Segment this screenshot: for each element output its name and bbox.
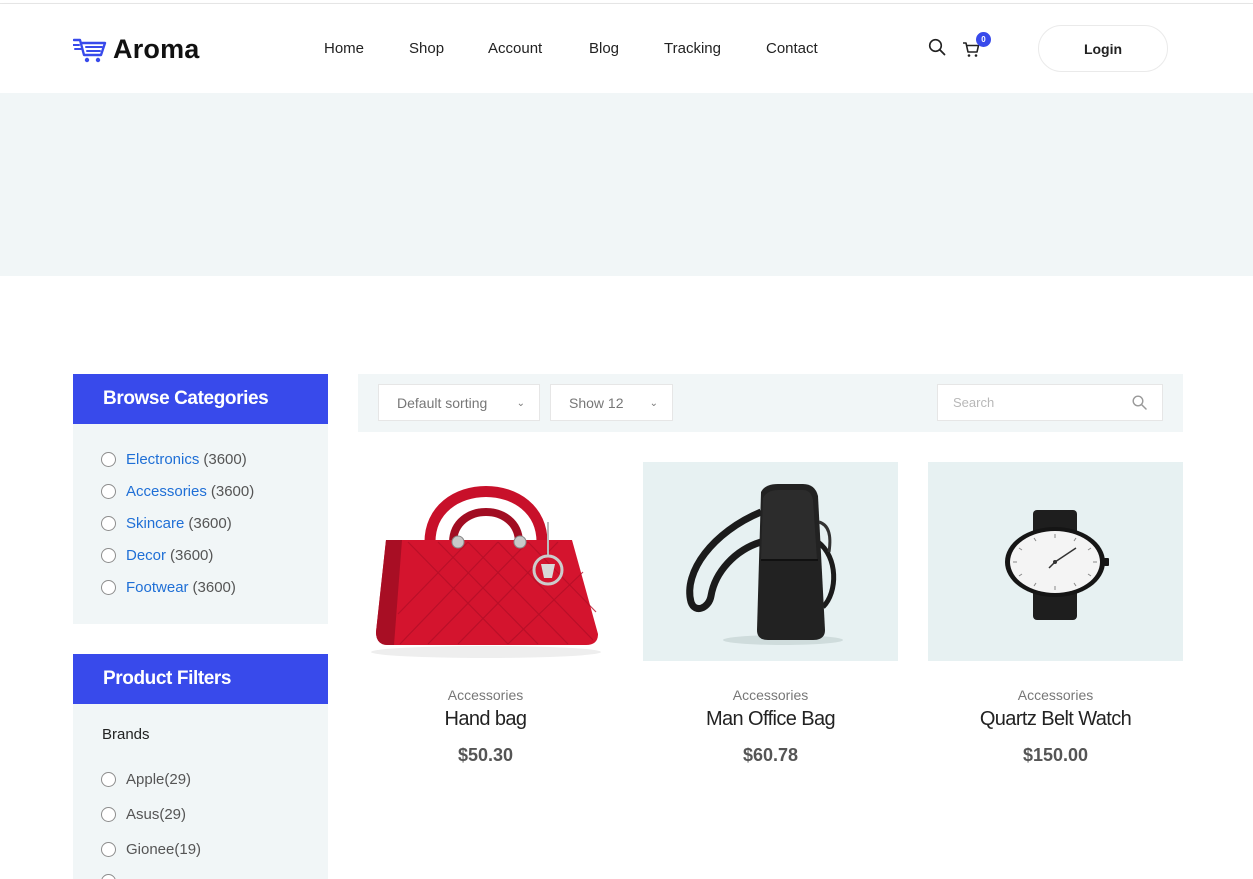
handbag-image xyxy=(371,486,601,658)
product-category: Accessories xyxy=(447,687,524,703)
show-count-value: Show 12 xyxy=(569,395,624,411)
cart-logo-icon xyxy=(73,38,107,62)
product-title[interactable]: Quartz Belt Watch xyxy=(928,708,1183,731)
brand-label[interactable]: Asus(29) xyxy=(126,806,186,823)
product-card[interactable]: Accessories Hand bag $50.30 xyxy=(358,462,613,765)
category-count: (3600) xyxy=(192,579,236,596)
product-title[interactable]: Hand bag xyxy=(358,708,613,731)
category-count: (3600) xyxy=(210,483,255,500)
brand-label[interactable]: Apple(29) xyxy=(126,771,191,788)
browse-categories-heading: Browse Categories xyxy=(73,374,328,424)
category-count: (3600) xyxy=(188,515,232,532)
nav-shop[interactable]: Shop xyxy=(409,40,444,57)
product-card[interactable]: Accessories Man Office Bag $60.78 xyxy=(643,462,898,765)
product-image[interactable] xyxy=(358,462,613,661)
brand-filter-item[interactable]: Apple(29) xyxy=(101,771,191,788)
nav-home[interactable]: Home xyxy=(324,40,364,57)
brands-label: Brands xyxy=(102,726,150,743)
category-count: (3600) xyxy=(170,547,214,564)
sorting-value: Default sorting xyxy=(397,395,488,411)
product-category: Accessories xyxy=(1017,687,1094,703)
show-count-select[interactable]: Show 12 ⌄ xyxy=(550,384,673,421)
product-title[interactable]: Man Office Bag xyxy=(643,708,898,731)
nav-account[interactable]: Account xyxy=(488,40,542,57)
radio-button[interactable] xyxy=(101,548,116,563)
radio-button[interactable] xyxy=(101,807,116,822)
product-price: $50.30 xyxy=(457,745,514,765)
logo-text: Aroma xyxy=(113,34,200,64)
logo[interactable]: Aroma xyxy=(73,34,200,65)
site-header: Aroma Home Shop Account Blog Tracking Co… xyxy=(0,4,1253,93)
hero-banner xyxy=(0,93,1253,276)
category-name[interactable]: Footwear xyxy=(126,579,189,596)
categories-panel: Electronics (3600) Accessories (3600) Sk… xyxy=(73,424,328,624)
search-icon[interactable] xyxy=(928,38,946,56)
product-price: $60.78 xyxy=(742,745,799,765)
radio-button[interactable] xyxy=(101,772,116,787)
product-search xyxy=(937,384,1163,421)
product-image[interactable] xyxy=(928,462,1183,661)
nav-contact[interactable]: Contact xyxy=(766,40,818,57)
product-image[interactable] xyxy=(643,462,898,661)
product-card[interactable]: Accessories Quartz Belt Watch $150.00 xyxy=(928,462,1183,765)
chevron-down-icon: ⌄ xyxy=(516,398,525,409)
category-item[interactable]: Decor (3600) xyxy=(101,547,213,564)
category-item[interactable]: Accessories (3600) xyxy=(101,483,254,500)
category-item[interactable]: Skincare (3600) xyxy=(101,515,232,532)
product-price: $150.00 xyxy=(1022,745,1089,765)
shop-toolbar: Default sorting ⌄ Show 12 ⌄ xyxy=(358,374,1183,432)
category-name[interactable]: Electronics xyxy=(126,451,199,468)
watch-image xyxy=(1005,510,1109,620)
radio-button[interactable] xyxy=(101,842,116,857)
category-name[interactable]: Decor xyxy=(126,547,166,564)
brand-filter-item[interactable]: Asus(29) xyxy=(101,806,186,823)
category-name[interactable]: Skincare xyxy=(126,515,184,532)
radio-button[interactable] xyxy=(101,452,116,467)
product-filters-heading: Product Filters xyxy=(73,654,328,704)
radio-button[interactable] xyxy=(101,580,116,595)
category-item[interactable]: Footwear (3600) xyxy=(101,579,236,596)
search-icon[interactable] xyxy=(1132,395,1147,410)
chevron-down-icon: ⌄ xyxy=(649,398,658,409)
product-category: Accessories xyxy=(732,687,809,703)
brand-filter-item[interactable] xyxy=(101,874,126,879)
category-item[interactable]: Electronics (3600) xyxy=(101,451,247,468)
product-search-input[interactable] xyxy=(938,385,1118,420)
brand-filter-item[interactable]: Gionee(19) xyxy=(101,841,201,858)
filters-panel: Brands Apple(29) Asus(29) Gionee(19) xyxy=(73,704,328,879)
radio-button[interactable] xyxy=(101,516,116,531)
cart-count-badge: 0 xyxy=(976,32,991,47)
category-name[interactable]: Accessories xyxy=(126,483,207,500)
sorting-select[interactable]: Default sorting ⌄ xyxy=(378,384,540,421)
radio-button[interactable] xyxy=(101,874,116,879)
brand-label[interactable]: Gionee(19) xyxy=(126,841,201,858)
nav-blog[interactable]: Blog xyxy=(589,40,619,57)
backpack-image xyxy=(686,484,843,645)
login-button[interactable]: Login xyxy=(1038,25,1168,72)
category-count: (3600) xyxy=(203,451,247,468)
radio-button[interactable] xyxy=(101,484,116,499)
nav-tracking[interactable]: Tracking xyxy=(664,40,721,57)
